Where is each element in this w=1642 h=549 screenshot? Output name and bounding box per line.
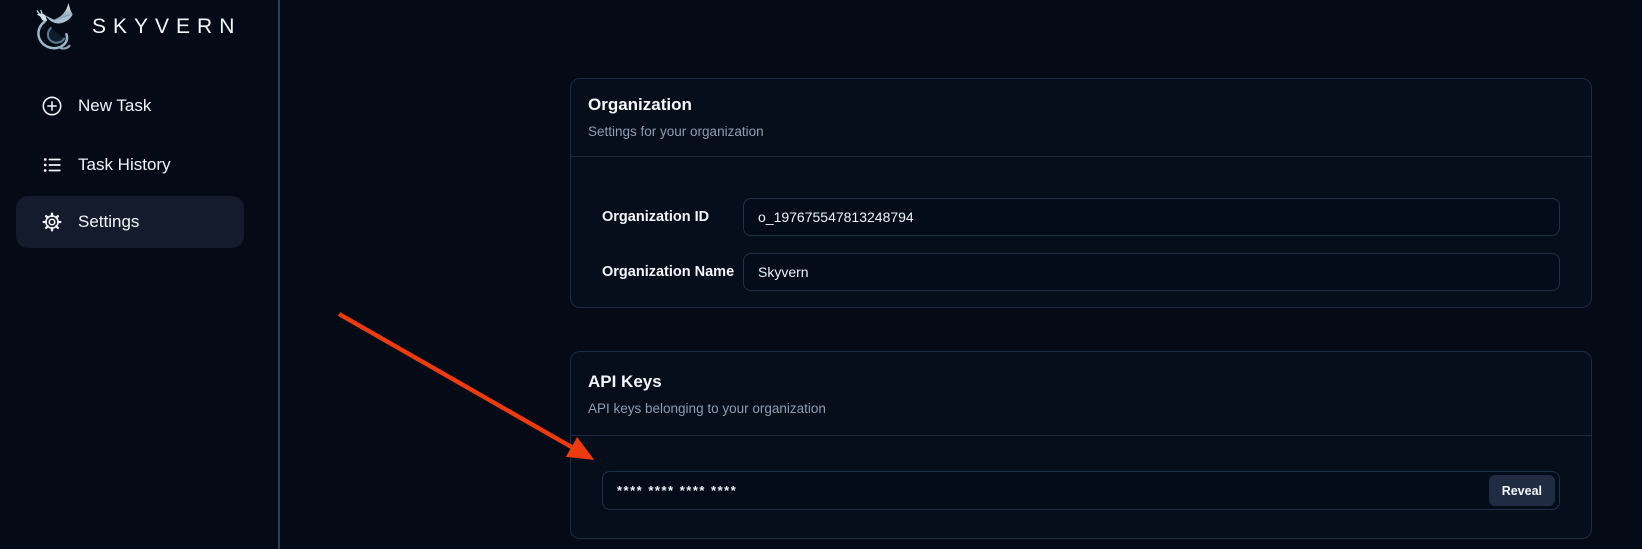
skyvern-dragon-icon (28, 2, 84, 52)
app-logo-text: SKYVERN (92, 15, 241, 39)
sidebar-item-settings[interactable]: Settings (16, 196, 244, 248)
plus-circle-icon (41, 95, 63, 117)
sidebar-item-label: Settings (78, 212, 139, 232)
api-keys-card-subtitle: API keys belonging to your organization (588, 401, 1574, 416)
api-keys-card-title: API Keys (588, 372, 1574, 392)
sidebar-item-label: New Task (78, 96, 151, 116)
sidebar-item-label: Task History (78, 155, 171, 175)
organization-name-row: Organization Name (602, 253, 1560, 291)
sidebar-item-task-history[interactable]: Task History (16, 139, 244, 191)
organization-card: Organization Settings for your organizat… (570, 78, 1592, 308)
api-key-field[interactable]: **** **** **** **** Reveal (602, 471, 1560, 510)
organization-id-row: Organization ID (602, 198, 1560, 236)
organization-card-header: Organization Settings for your organizat… (571, 79, 1591, 157)
organization-card-subtitle: Settings for your organization (588, 124, 1574, 139)
sidebar-item-new-task[interactable]: New Task (16, 80, 244, 132)
organization-id-input[interactable] (743, 198, 1560, 236)
annotation-arrow-line (339, 314, 589, 457)
api-keys-card-body: **** **** **** **** Reveal (571, 436, 1591, 510)
sidebar: SKYVERN New Task Task History (0, 0, 280, 549)
api-keys-card-header: API Keys API keys belonging to your orga… (571, 352, 1591, 436)
organization-card-body: Organization ID Organization Name (571, 157, 1591, 291)
organization-id-label: Organization ID (602, 209, 743, 225)
gear-icon (41, 211, 63, 233)
list-icon (41, 154, 63, 176)
app-logo: SKYVERN (28, 2, 241, 52)
api-keys-card: API Keys API keys belonging to your orga… (570, 351, 1592, 539)
organization-name-input[interactable] (743, 253, 1560, 291)
organization-card-title: Organization (588, 95, 1574, 115)
organization-name-label: Organization Name (602, 264, 743, 280)
api-key-masked-value: **** **** **** **** (617, 483, 1489, 498)
reveal-button[interactable]: Reveal (1489, 475, 1555, 506)
